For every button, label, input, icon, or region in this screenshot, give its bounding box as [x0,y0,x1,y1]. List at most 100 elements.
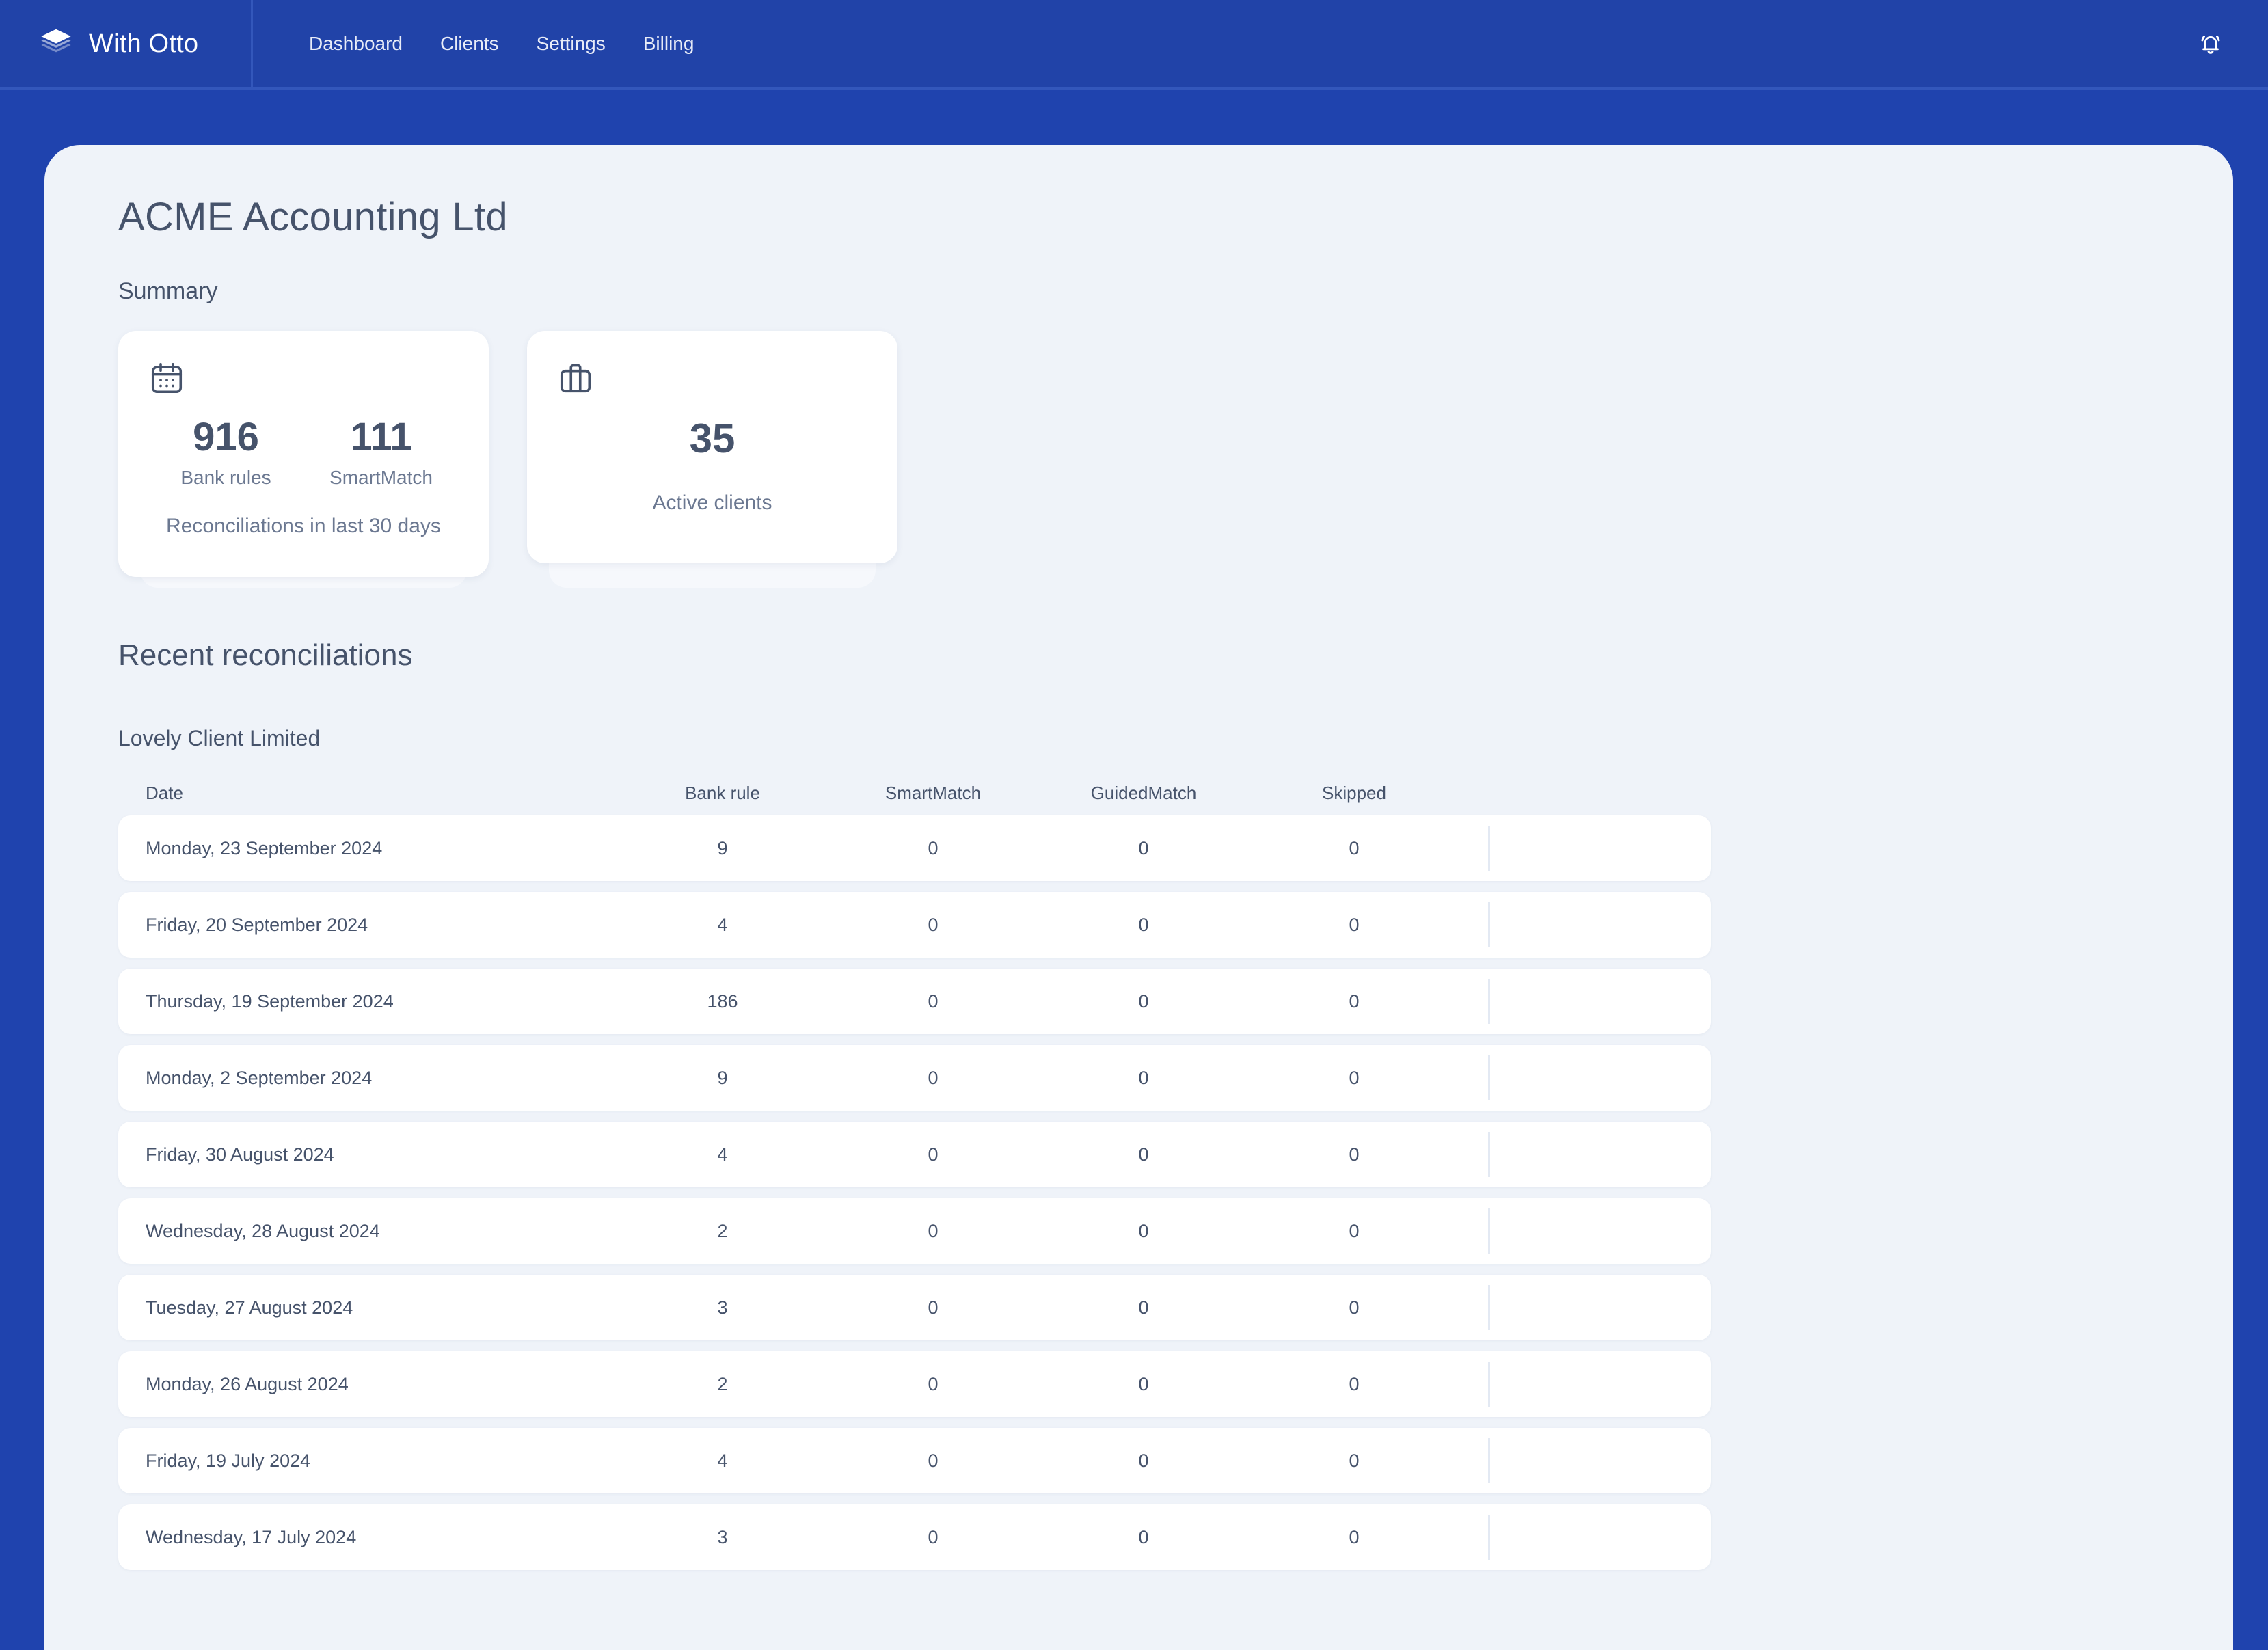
row-divider [1488,826,1490,871]
nav-item-clients[interactable]: Clients [440,33,499,55]
table-body: Monday, 23 September 2024 9 0 0 0 Friday… [118,815,1711,1570]
cell-guidedmatch: 0 [1138,1220,1149,1241]
cell-guidedmatch: 0 [1138,1450,1149,1471]
cell-bank-rule: 186 [707,990,738,1012]
reconciliations-table: Date Bank rule SmartMatch GuidedMatch Sk… [118,770,1711,1570]
cell-bank-rule: 9 [717,1067,728,1088]
nav-item-settings[interactable]: Settings [537,33,606,55]
active-clients-card-stack: 35 Active clients [527,331,897,588]
row-divider [1488,1208,1490,1254]
table-row[interactable]: Friday, 30 August 2024 4 0 0 0 [118,1122,1711,1187]
cell-skipped: 0 [1349,990,1360,1012]
stat-smartmatch: 111 SmartMatch [303,415,459,489]
page-title: ACME Accounting Ltd [118,195,508,239]
stat-bank-rules-label: Bank rules [180,466,271,488]
column-header-guidedmatch: GuidedMatch [1090,782,1197,803]
table-row[interactable]: Monday, 2 September 2024 9 0 0 0 [118,1045,1711,1111]
stat-smartmatch-value: 111 [350,415,412,459]
cell-skipped: 0 [1349,1067,1360,1088]
table-row[interactable]: Wednesday, 17 July 2024 3 0 0 0 [118,1504,1711,1570]
layers-icon [38,26,74,62]
summary-cards: 916 Bank rules 111 SmartMatch Reconcilia… [118,331,2233,588]
cell-skipped: 0 [1349,914,1360,935]
active-clients-summary-card[interactable]: 35 Active clients [527,331,897,563]
cell-date: Friday, 20 September 2024 [146,914,368,935]
cell-date: Friday, 19 July 2024 [146,1450,311,1471]
cell-smartmatch: 0 [928,1144,939,1165]
cell-guidedmatch: 0 [1138,837,1149,858]
row-divider [1488,979,1490,1024]
cell-guidedmatch: 0 [1138,990,1149,1012]
nav-item-dashboard[interactable]: Dashboard [309,33,403,55]
column-header-smartmatch: SmartMatch [885,782,982,803]
column-header-bank-rule: Bank rule [685,782,760,803]
cell-date: Friday, 30 August 2024 [146,1144,334,1165]
calendar-icon [148,360,185,396]
cell-date: Wednesday, 28 August 2024 [146,1220,380,1241]
cell-guidedmatch: 0 [1138,1297,1149,1318]
client-name-heading: Lovely Client Limited [118,726,321,750]
reconciliations-card-caption: Reconciliations in last 30 days [166,514,441,537]
table-row[interactable]: Wednesday, 28 August 2024 2 0 0 0 [118,1198,1711,1264]
cell-guidedmatch: 0 [1138,1144,1149,1165]
summary-section-label: Summary [118,278,218,304]
cell-smartmatch: 0 [928,1450,939,1471]
cell-guidedmatch: 0 [1138,1526,1149,1547]
cell-date: Monday, 23 September 2024 [146,837,383,858]
table-row[interactable]: Monday, 26 August 2024 2 0 0 0 [118,1351,1711,1417]
column-header-skipped: Skipped [1322,782,1386,803]
bell-icon [2196,29,2225,58]
stat-active-clients: 35 [690,417,735,460]
table-row[interactable]: Friday, 20 September 2024 4 0 0 0 [118,892,1711,958]
cell-bank-rule: 3 [717,1526,728,1547]
cell-bank-rule: 2 [717,1220,728,1241]
reconciliation-stats: 916 Bank rules 111 SmartMatch [148,415,459,489]
table-row[interactable]: Monday, 23 September 2024 9 0 0 0 [118,815,1711,881]
cell-skipped: 0 [1349,837,1360,858]
cell-bank-rule: 3 [717,1297,728,1318]
table-row[interactable]: Friday, 19 July 2024 4 0 0 0 [118,1428,1711,1493]
cell-skipped: 0 [1349,1450,1360,1471]
row-divider [1488,1285,1490,1330]
cell-smartmatch: 0 [928,1067,939,1088]
brand-home-link[interactable]: With Otto [0,0,253,89]
active-clients-card-caption: Active clients [652,491,772,514]
main-nav: Dashboard Clients Settings Billing [309,33,694,55]
notifications-button[interactable] [2191,25,2230,63]
cell-bank-rule: 4 [717,1144,728,1165]
briefcase-icon [557,360,594,396]
stat-bank-rules: 916 Bank rules [148,415,303,489]
cell-skipped: 0 [1349,1220,1360,1241]
cell-date: Thursday, 19 September 2024 [146,990,394,1012]
nav-item-billing[interactable]: Billing [643,33,694,55]
active-clients-stats: 35 [557,417,867,460]
table-header-row: Date Bank rule SmartMatch GuidedMatch Sk… [118,770,1711,815]
stat-smartmatch-label: SmartMatch [329,466,433,488]
reconciliations-summary-card[interactable]: 916 Bank rules 111 SmartMatch Reconcilia… [118,331,489,577]
cell-guidedmatch: 0 [1138,1067,1149,1088]
stat-active-clients-value: 35 [689,416,735,461]
cell-date: Monday, 2 September 2024 [146,1067,373,1088]
stat-bank-rules-value: 916 [193,415,259,459]
cell-bank-rule: 2 [717,1373,728,1394]
row-divider [1488,1132,1490,1177]
cell-guidedmatch: 0 [1138,914,1149,935]
cell-smartmatch: 0 [928,1526,939,1547]
row-divider [1488,1515,1490,1560]
cell-skipped: 0 [1349,1526,1360,1547]
cell-date: Wednesday, 17 July 2024 [146,1526,357,1547]
cell-smartmatch: 0 [928,914,939,935]
cell-skipped: 0 [1349,1373,1360,1394]
table-row[interactable]: Tuesday, 27 August 2024 3 0 0 0 [118,1275,1711,1340]
cell-guidedmatch: 0 [1138,1373,1149,1394]
cell-date: Tuesday, 27 August 2024 [146,1297,353,1318]
table-row[interactable]: Thursday, 19 September 2024 186 0 0 0 [118,969,1711,1034]
column-header-date: Date [146,782,183,803]
cell-smartmatch: 0 [928,990,939,1012]
cell-smartmatch: 0 [928,837,939,858]
cell-bank-rule: 9 [717,837,728,858]
row-divider [1488,1055,1490,1100]
cell-smartmatch: 0 [928,1220,939,1241]
brand-name: With Otto [89,29,199,58]
cell-smartmatch: 0 [928,1373,939,1394]
